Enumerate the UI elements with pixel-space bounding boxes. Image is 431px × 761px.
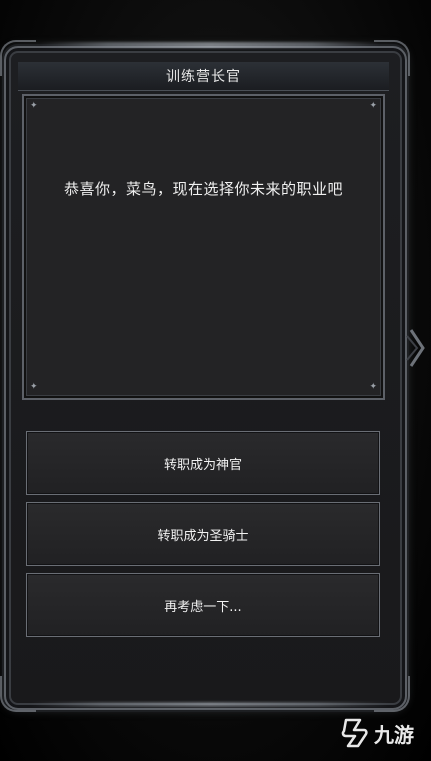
watermark: 九游 <box>338 713 428 753</box>
dialog-box: ✦ ✦ ✦ ✦ 恭喜你，菜鸟，现在选择你未来的职业吧 <box>22 94 385 400</box>
option-reconsider-button[interactable]: 再考虑一下... <box>26 573 380 637</box>
option-become-priest-button[interactable]: 转职成为神官 <box>26 431 380 495</box>
sparkle-icon: ✦ <box>30 101 38 111</box>
frame-corner-bottom-right <box>374 676 410 712</box>
npc-name: 训练营长官 <box>166 69 241 85</box>
watermark-text: 九游 <box>374 722 414 747</box>
frame-ornament-bottom <box>30 702 390 707</box>
chevron-right-icon[interactable] <box>405 318 429 378</box>
option-become-paladin-button[interactable]: 转职成为圣骑士 <box>26 502 380 566</box>
dialog-message: 恭喜你，菜鸟，现在选择你未来的职业吧 <box>63 180 343 198</box>
sparkle-icon: ✦ <box>369 101 377 111</box>
jiuyou-logo-icon <box>341 718 368 748</box>
npc-title-bar: 训练营长官 <box>18 62 389 91</box>
frame-corner-bottom-left <box>0 676 36 712</box>
sparkle-icon: ✦ <box>30 382 38 392</box>
game-screen: 训练营长官 ✦ ✦ ✦ ✦ 恭喜你，菜鸟，现在选择你未来的职业吧 转职成为神官 … <box>0 0 431 761</box>
sparkle-icon: ✦ <box>369 382 377 392</box>
frame-ornament-top <box>40 42 380 48</box>
